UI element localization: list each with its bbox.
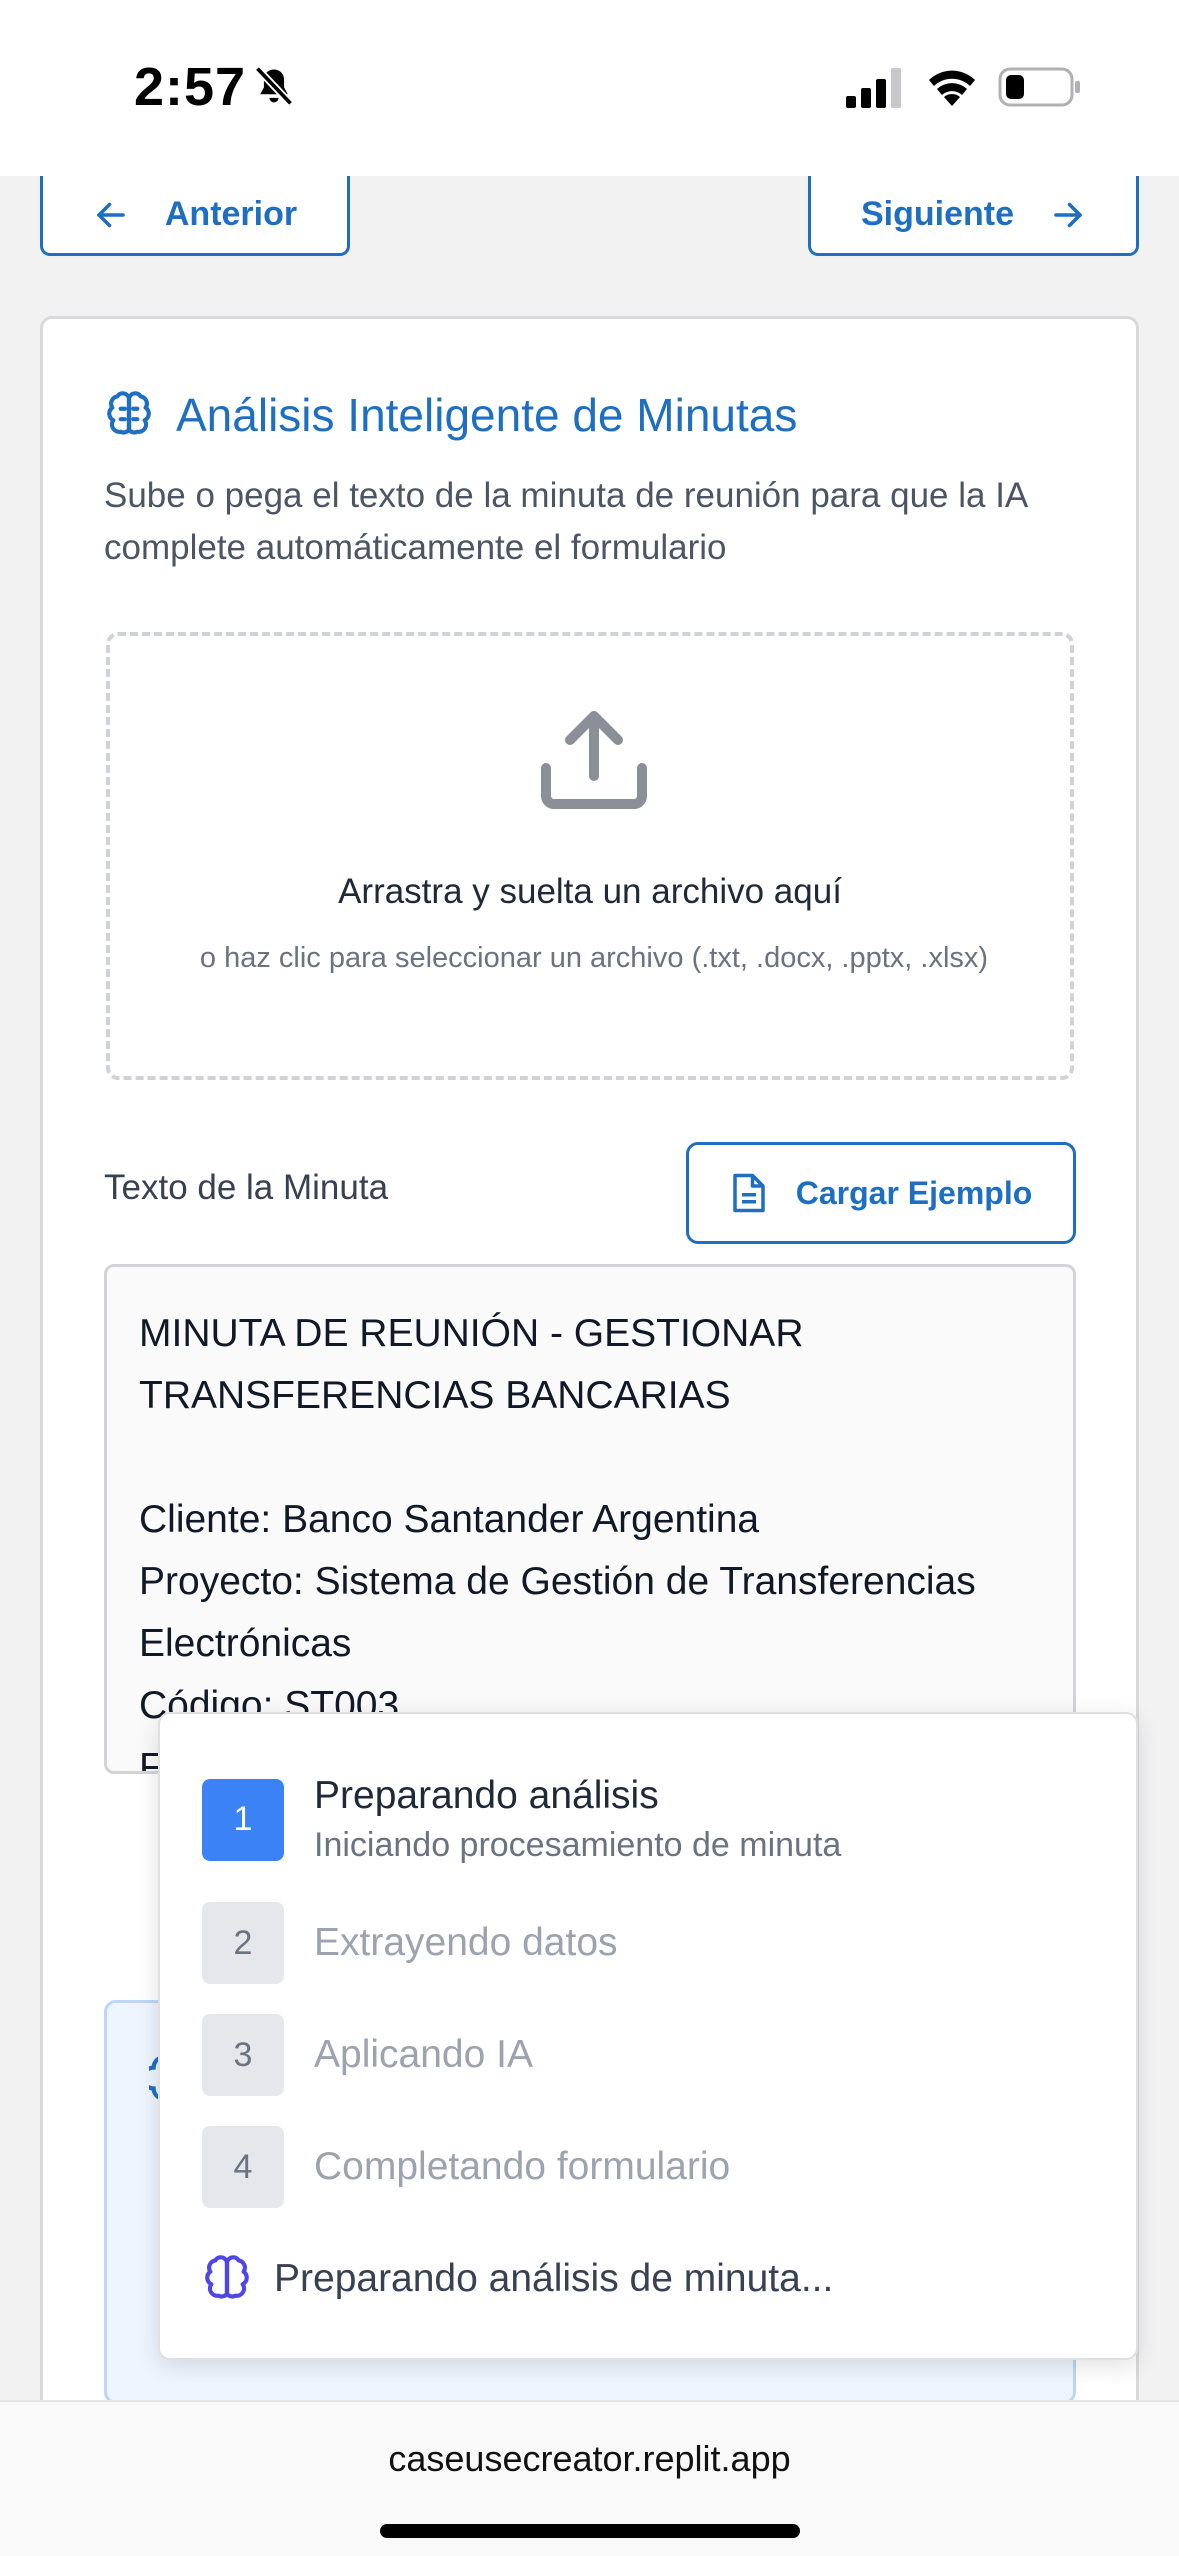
step-title: Aplicando IA (314, 2033, 533, 2076)
bell-slash-icon (254, 66, 294, 106)
previous-button[interactable]: Anterior (40, 176, 350, 256)
progress-step-3: 3 Aplicando IA (202, 2014, 533, 2096)
progress-status-text: Preparando análisis de minuta... (274, 2257, 834, 2300)
card-description: Sube o pega el texto de la minuta de reu… (104, 476, 1027, 567)
brain-icon (107, 391, 151, 435)
url-bar[interactable]: caseusecreator.replit.app (0, 2438, 1179, 2480)
arrow-right-icon (1054, 202, 1082, 227)
progress-status: Preparando análisis de minuta... (202, 2254, 833, 2304)
home-indicator[interactable] (380, 2524, 800, 2538)
step-number: 2 (202, 1902, 284, 1984)
previous-button-label: Anterior (164, 195, 298, 233)
dropzone-sub-text: o haz clic para seleccionar un archivo (… (199, 942, 989, 974)
step-number: 3 (202, 2014, 284, 2096)
card-title-text: Análisis Inteligente de Minutas (176, 389, 798, 441)
load-example-label: Cargar Ejemplo (795, 1174, 1033, 1211)
next-button[interactable]: Siguiente (808, 176, 1139, 256)
step-number: 4 (202, 2126, 284, 2208)
browser-toolbar: caseusecreator.replit.app (0, 2400, 1179, 2556)
step-title: Extrayendo datos (314, 1921, 618, 1964)
load-example-button[interactable]: Cargar Ejemplo (686, 1142, 1076, 1244)
arrow-left-icon (97, 202, 125, 227)
step-title: Preparando análisis (314, 1774, 659, 1817)
brain-icon (205, 2255, 249, 2299)
step-title: Completando formulario (314, 2145, 731, 2188)
progress-step-2: 2 Extrayendo datos (202, 1902, 618, 1984)
status-time: 2:57 (134, 57, 247, 117)
step-subtitle: Iniciando procesamiento de minuta (314, 1826, 842, 1864)
file-dropzone[interactable]: Arrastra y suelta un archivo aquí o haz … (106, 632, 1074, 1080)
battery-icon (998, 67, 1080, 107)
minuta-textarea[interactable]: MINUTA DE REUNIÓN - GESTIONAR TRANSFEREN… (104, 1264, 1076, 1774)
card-title: Análisis Inteligente de Minutas (104, 388, 797, 442)
cellular-signal-icon (846, 68, 901, 108)
next-button-label: Siguiente (860, 195, 1015, 233)
progress-step-1: 1 Preparando análisis Iniciando procesam… (202, 1774, 841, 1865)
step-number: 1 (202, 1778, 284, 1861)
upload-icon (541, 711, 647, 809)
progress-step-4: 4 Completando formulario (202, 2126, 730, 2208)
wifi-icon (929, 70, 975, 106)
analysis-progress-popup: 1 Preparando análisis Iniciando procesam… (158, 1712, 1138, 2360)
minuta-text-label: Texto de la Minuta (104, 1168, 389, 1207)
dropzone-main-text: Arrastra y suelta un archivo aquí (338, 872, 842, 911)
status-bar: 2:57 (0, 0, 1179, 176)
document-icon (732, 1173, 765, 1213)
